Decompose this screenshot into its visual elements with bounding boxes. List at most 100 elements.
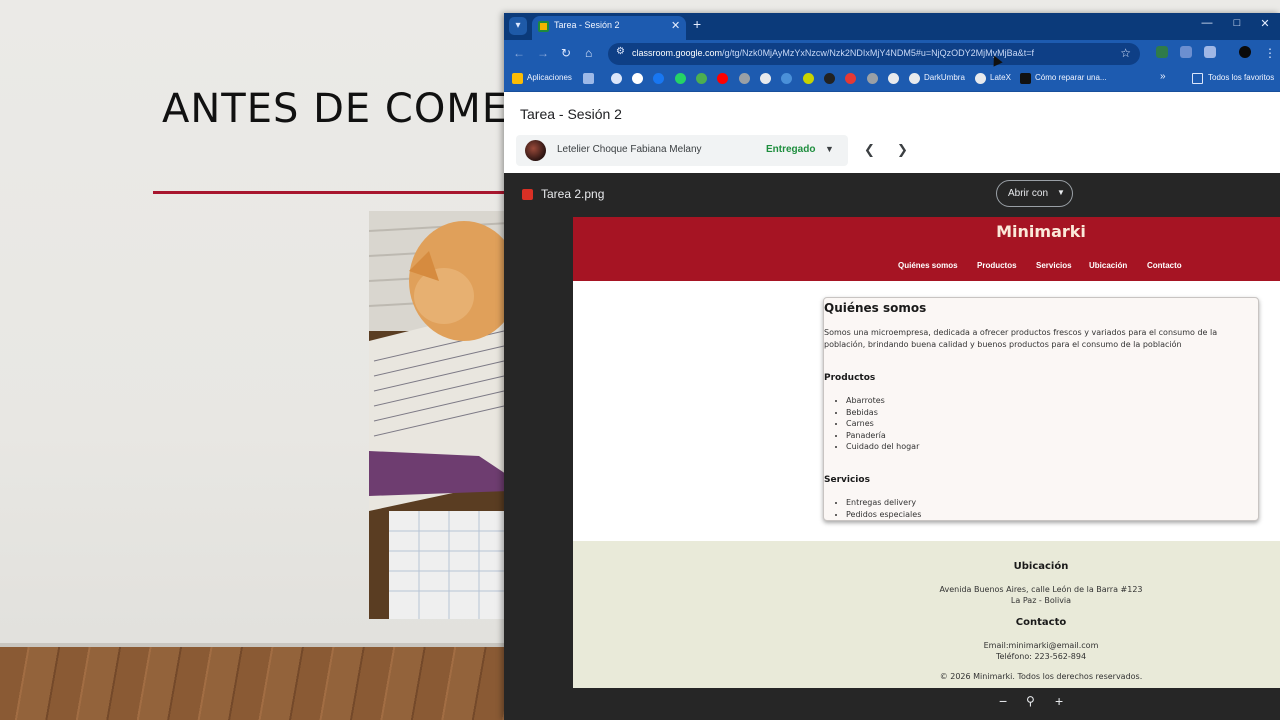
- url-host: classroom.google.com: [632, 48, 723, 58]
- nav-link-products: Productos: [977, 261, 1017, 270]
- content-card: Quiénes somos Somos una microempresa, de…: [823, 297, 1259, 521]
- browser-tab[interactable]: Tarea - Sesión 2 ✕: [532, 16, 686, 40]
- nav-link-about: Quiénes somos: [898, 261, 958, 270]
- puzzle-icon[interactable]: [1204, 46, 1216, 58]
- new-tab-icon[interactable]: +: [693, 16, 701, 32]
- bookmark-repair[interactable]: Cómo reparar una...: [1035, 73, 1107, 82]
- chevron-right-icon[interactable]: ❯: [897, 142, 908, 158]
- bookmark-star-icon[interactable]: [611, 73, 622, 84]
- folder-icon: [1192, 73, 1203, 84]
- tab-search-icon[interactable]: ▾: [509, 17, 527, 35]
- tab-title: Tarea - Sesión 2: [554, 20, 620, 30]
- url-text[interactable]: classroom.google.com/g/tg/Nzk0MjAyMzYxNz…: [632, 48, 1034, 58]
- services-list: Entregas delivery Pedidos especiales: [846, 497, 921, 520]
- list-item: Bebidas: [846, 407, 919, 419]
- nav-link-services: Servicios: [1036, 261, 1072, 270]
- bookmark-icon[interactable]: [803, 73, 814, 84]
- maximize-icon[interactable]: □: [1222, 17, 1252, 29]
- url-path: /g/tg/Nzk0MjAyMzYxNzcw/Nzk2NDIxMjY4NDM5#…: [722, 48, 1034, 58]
- bookmark-icon[interactable]: [739, 73, 750, 84]
- browser-window: ▾ Tarea - Sesión 2 ✕ + — □ ✕ ← → ↻ ⌂ ⚙ c…: [504, 13, 1280, 720]
- bookmark-icon[interactable]: [888, 73, 899, 84]
- menu-dots-icon[interactable]: ⋮: [1264, 46, 1276, 60]
- footer-phone: Teléfono: 223-562-894: [995, 652, 1087, 661]
- section-title-services: Servicios: [824, 475, 870, 485]
- student-selector[interactable]: Letelier Choque Fabiana Melany Entregado…: [516, 135, 848, 166]
- student-name: Letelier Choque Fabiana Melany: [557, 144, 702, 155]
- file-name: Tarea 2.png: [541, 187, 605, 201]
- site-brand: Minimarki: [996, 222, 1086, 241]
- footer-contact-title: Contacto: [1015, 617, 1067, 628]
- home-icon[interactable]: ⌂: [585, 46, 592, 60]
- section-title-about: Quiénes somos: [824, 301, 927, 315]
- section-title-products: Productos: [824, 373, 876, 383]
- caret-down-icon: ▼: [1057, 188, 1065, 197]
- slide-title: ANTES DE COMEN: [162, 86, 540, 132]
- slide-divider: [153, 191, 513, 194]
- assignment-title: Tarea - Sesión 2: [520, 106, 622, 122]
- minimize-icon[interactable]: —: [1192, 17, 1222, 29]
- bookmark-all-favorites[interactable]: Todos los favoritos: [1208, 73, 1274, 82]
- google-icon[interactable]: [632, 73, 643, 84]
- site-header: Minimarki Quiénes somos Productos Servic…: [573, 217, 1280, 281]
- gear-icon: [975, 73, 986, 84]
- apps-grid-icon: [512, 73, 523, 84]
- extension-icon[interactable]: [1180, 46, 1192, 58]
- list-item: Carnes: [846, 418, 919, 430]
- wooden-floor: [0, 643, 520, 720]
- site-info-icon[interactable]: ⚙: [616, 46, 625, 57]
- darkumbra-icon: [909, 73, 920, 84]
- file-viewer: Tarea 2.png Abrir con ▼ Minimarki Quiéne…: [504, 173, 1280, 720]
- globe-icon[interactable]: [760, 73, 771, 84]
- nav-link-location: Ubicación: [1089, 261, 1128, 270]
- bookmark-apps[interactable]: Aplicaciones: [527, 73, 572, 82]
- whatsapp-icon[interactable]: [675, 73, 686, 84]
- about-text: Somos una microempresa, dedicada a ofrec…: [824, 328, 1218, 349]
- grid-icon[interactable]: [583, 73, 594, 84]
- bookmark-icon[interactable]: [867, 73, 878, 84]
- bookmark-icon[interactable]: [781, 73, 792, 84]
- youtube-icon[interactable]: [717, 73, 728, 84]
- address-bar[interactable]: ⚙ classroom.google.com/g/tg/Nzk0MjAyMzYx…: [608, 43, 1140, 65]
- bookmarks-overflow-icon[interactable]: »: [1160, 71, 1166, 82]
- open-with-button[interactable]: Abrir con ▼: [996, 180, 1073, 207]
- bookmark-icon[interactable]: [824, 73, 835, 84]
- browser-toolbar: ← → ↻ ⌂ ⚙ classroom.google.com/g/tg/Nzk0…: [504, 40, 1280, 68]
- bookmark-latex[interactable]: LateX: [990, 73, 1011, 82]
- extension-icon[interactable]: [1156, 46, 1168, 58]
- magnifier-icon[interactable]: ⚲: [1026, 694, 1035, 708]
- classroom-favicon-icon: [538, 21, 549, 32]
- profile-avatar-icon[interactable]: [1239, 46, 1251, 58]
- zoom-controls: − ⚲ +: [999, 693, 1079, 713]
- facebook-icon[interactable]: [653, 73, 664, 84]
- footer-copyright: © 2026 Minimarki. Todos los derechos res…: [939, 672, 1143, 681]
- footer-address: Avenida Buenos Aires, calle León de la B…: [939, 585, 1143, 594]
- bookmark-darkumbra[interactable]: DarkUmbra: [924, 73, 965, 82]
- chevron-left-icon[interactable]: ❮: [864, 142, 875, 158]
- bookmark-icon[interactable]: [696, 73, 707, 84]
- footer-email: Email:minimarki@email.com: [983, 641, 1099, 650]
- open-with-label: Abrir con: [1008, 188, 1049, 199]
- footer-location-title: Ubicación: [1013, 561, 1069, 572]
- star-icon[interactable]: ☆: [1120, 46, 1131, 60]
- avatar: [525, 140, 546, 161]
- plus-icon[interactable]: +: [1055, 693, 1063, 709]
- footer-city: La Paz - Bolivia: [1010, 596, 1072, 605]
- tab-close-icon[interactable]: ✕: [671, 19, 680, 32]
- list-item: Pedidos especiales: [846, 509, 921, 521]
- forward-icon[interactable]: →: [537, 46, 549, 60]
- slide-photo-cat: [369, 211, 509, 619]
- image-preview: Minimarki Quiénes somos Productos Servic…: [573, 217, 1280, 688]
- reload-icon[interactable]: ↻: [561, 46, 571, 60]
- bookmarks-bar: Aplicaciones DarkUmbra LateX Cómo repara…: [504, 68, 1280, 92]
- window-close-icon[interactable]: ✕: [1250, 17, 1280, 30]
- bookmark-icon[interactable]: [845, 73, 856, 84]
- chevron-down-icon[interactable]: ▼: [825, 144, 834, 154]
- title-bar: ▾ Tarea - Sesión 2 ✕ + — □ ✕: [504, 13, 1280, 40]
- products-list: Abarrotes Bebidas Carnes Panadería Cuida…: [846, 395, 919, 453]
- back-icon[interactable]: ←: [513, 46, 525, 60]
- image-file-icon: [522, 189, 533, 200]
- bookmark-icon: [1020, 73, 1031, 84]
- minus-icon[interactable]: −: [999, 693, 1007, 709]
- nav-link-contact: Contacto: [1147, 261, 1182, 270]
